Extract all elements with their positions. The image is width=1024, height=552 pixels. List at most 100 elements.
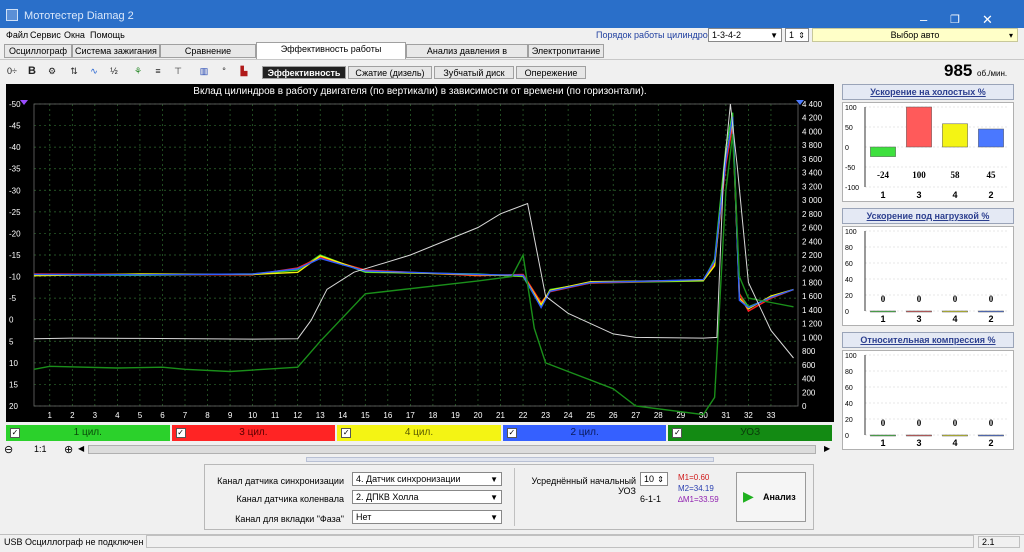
y-right-tick: 1 200 (802, 320, 823, 329)
panel-tick: -100 (845, 185, 859, 192)
subtab-efficiency[interactable]: Эффективность (262, 66, 346, 79)
zoom-level: 1:1 (34, 444, 47, 454)
subtab-toothed-disk[interactable]: Зубчатый диск (434, 66, 514, 79)
menu-service[interactable]: Сервис (30, 30, 61, 40)
analyze-label: Анализ (763, 492, 796, 502)
horizontal-scrollbar[interactable] (88, 445, 816, 454)
avg-advance-stepper[interactable]: 10 ⇕ (640, 472, 668, 486)
tab-oscilloscope[interactable]: Осциллограф (4, 44, 72, 58)
analyze-button[interactable]: ▶ Анализ (736, 472, 806, 522)
y-right-tick: 400 (802, 375, 816, 384)
maximize-button[interactable]: ❐ (950, 13, 960, 26)
auto-select-dropdown[interactable]: Выбор авто ▾ (812, 28, 1018, 42)
firing-order-stepper[interactable]: 1 ⇕ (785, 28, 809, 42)
x-tick: 26 (609, 411, 618, 420)
x-tick: 15 (361, 411, 370, 420)
x-tick: 5 (138, 411, 143, 420)
checkbox-icon[interactable]: ✓ (341, 428, 352, 438)
zoom-bar: ⊖ 1:1 ⊕ ◀ ▶ (0, 443, 840, 456)
sync-icon[interactable]: 0÷ (4, 63, 20, 79)
bars-icon[interactable]: ▥ (196, 63, 212, 79)
sync-channel-select[interactable]: 4. Датчик синхронизации ▼ (352, 472, 502, 486)
status-progress (146, 535, 974, 548)
subtab-advance[interactable]: Опережение (516, 66, 586, 79)
minimize-button[interactable]: – (920, 12, 927, 27)
y-right-tick: 3 800 (802, 141, 823, 150)
m2-value: M2=34.19 (678, 484, 714, 493)
degree-icon[interactable]: ° (216, 63, 232, 79)
close-button[interactable]: ✕ (982, 12, 993, 28)
tree-icon[interactable]: ⚘ (130, 63, 146, 79)
legend-label: 3 цил. (239, 427, 268, 438)
chevron-down-icon: ▼ (490, 493, 498, 502)
y-left-tick: 15 (9, 380, 18, 389)
panel-title: Относительная компрессия % (842, 332, 1014, 348)
scroll-right-icon[interactable]: ▶ (824, 444, 830, 453)
tab-pressure-analysis[interactable]: Анализ давления в цилиндре (406, 44, 528, 69)
title-bar (0, 0, 1024, 28)
chart-ticks: -50-45-40-35-30-25-20-15-10-5051015204 4… (9, 100, 823, 420)
tab-ignition[interactable]: Система зажигания (72, 44, 160, 58)
bar-value-label: 0 (881, 418, 886, 428)
subtab-compression-diesel[interactable]: Сжатие (дизель) (348, 66, 432, 79)
bar-cylinder-label: 1 (880, 190, 885, 200)
panel-tick: 40 (845, 277, 853, 284)
menu-help[interactable]: Помощь (90, 30, 125, 40)
fraction-icon[interactable]: ½ (106, 63, 122, 79)
bar-cyl-4 (942, 434, 968, 437)
panel-tick: 20 (845, 417, 853, 424)
legend-item-4[interactable]: ✓ УОЗ (668, 425, 832, 441)
menu-file[interactable]: Файл (6, 30, 28, 40)
x-tick: 7 (183, 411, 188, 420)
bar-cyl-1 (870, 434, 896, 437)
menu-windows[interactable]: Окна (64, 30, 85, 40)
legend-label: УОЗ (740, 427, 761, 438)
zoom-out-icon[interactable]: ⊖ (4, 443, 13, 456)
panel-tick: 100 (845, 353, 857, 360)
firing-order-select[interactable]: 1-3-4-2 ▼ (708, 28, 782, 42)
x-tick: 6 (160, 411, 165, 420)
bold-b-icon[interactable]: B (24, 63, 40, 79)
trend-icon[interactable]: ∿ (86, 63, 102, 79)
bar-cylinder-label: 4 (952, 438, 957, 448)
bar-cylinder-label: 2 (988, 190, 993, 200)
x-tick: 9 (228, 411, 233, 420)
zoom-in-icon[interactable]: ⊕ (64, 443, 73, 456)
bar-cyl-2 (978, 310, 1004, 313)
left-marker-icon[interactable] (20, 100, 28, 105)
phase-channel-select[interactable]: Нет ▼ (352, 510, 502, 524)
scroll-left-icon[interactable]: ◀ (78, 444, 84, 453)
panel-tick: 50 (845, 125, 853, 132)
checkbox-icon[interactable]: ✓ (506, 428, 517, 438)
sync-lines-icon[interactable]: ≡ (150, 63, 166, 79)
chart-series (33, 103, 794, 416)
tab-cylinder-efficiency[interactable]: Эффективность работы цилиндров (256, 42, 406, 67)
checkbox-icon[interactable]: ✓ (672, 428, 683, 438)
y-right-tick: 600 (802, 361, 816, 370)
legend-item-1[interactable]: ✓ 3 цил. (171, 425, 336, 441)
legend-item-2[interactable]: ✓ 4 цил. (337, 425, 501, 441)
x-tick: 16 (383, 411, 392, 420)
chart-icon[interactable]: ▙ (236, 63, 252, 79)
efficiency-chart[interactable]: -50 -45 -40 -35 -30 -25 -20 -15 -10 -5 0 5 10 15 20 4 4… (6, 84, 834, 422)
x-tick: 14 (338, 411, 347, 420)
y-right-tick: 4 200 (802, 114, 823, 123)
panel-splitter[interactable] (306, 457, 714, 462)
checkbox-icon[interactable]: ✓ (175, 428, 186, 438)
legend-item-0[interactable]: ✓ 1 цил. (6, 425, 170, 441)
y-right-tick: 3 200 (802, 182, 823, 191)
scale-icon[interactable]: ⇅ (66, 63, 82, 79)
panel-tick: 60 (845, 385, 853, 392)
tab-cylinder-compare[interactable]: Сравнение цилиндров (160, 44, 256, 69)
legend-item-3[interactable]: ✓ 2 цил. (502, 425, 667, 441)
marker-icon[interactable]: ⊤ (170, 63, 186, 79)
x-tick: 31 (721, 411, 730, 420)
bar-cylinder-label: 1 (880, 438, 885, 448)
x-tick: 25 (586, 411, 595, 420)
panel-bar-chart-svg: 100 50 0 -50 -100 -24 1 100 3 58 4 45 2 (845, 105, 1009, 200)
bar-cylinder-label: 1 (880, 314, 885, 324)
crank-channel-select[interactable]: 2. ДПКВ Холла ▼ (352, 490, 502, 504)
rpm-icon[interactable]: ⚙ (44, 63, 60, 79)
checkbox-icon[interactable]: ✓ (10, 428, 20, 438)
tab-power[interactable]: Электропитание (528, 44, 604, 58)
